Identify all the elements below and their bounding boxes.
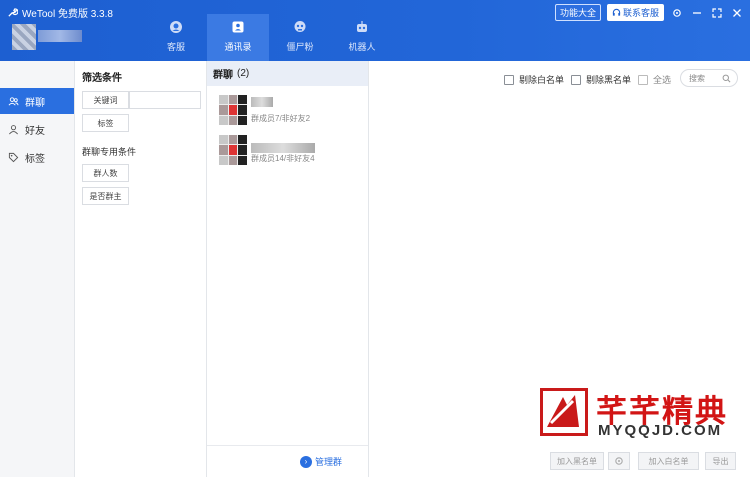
group-list: 群聊 (2) 群成员7/非好友2 群成员14/非好友4 › 管理群: [207, 61, 369, 477]
checkbox-label: 剔除白名单: [519, 75, 565, 85]
user-name-blurred: [38, 30, 82, 42]
close-icon: [733, 8, 741, 17]
filter-panel: 筛选条件 关键词 标签 群聊专用条件 群人数 是否群主: [75, 61, 207, 477]
maximize-button[interactable]: [710, 6, 724, 20]
group-conditions-title: 群聊专用条件: [82, 147, 137, 157]
sidebar-item-label: 群聊: [25, 97, 45, 109]
gear-icon: [673, 8, 681, 17]
headset-icon: [170, 21, 182, 33]
contact-support-label: 联系客服: [622, 8, 659, 18]
tab-robot[interactable]: 机器人: [331, 14, 393, 61]
blacklist-settings-button[interactable]: [608, 452, 630, 470]
member-count-button[interactable]: 群人数: [82, 164, 129, 182]
app-title: WeTool 免费版 3.3.8: [7, 5, 113, 20]
add-whitelist-button[interactable]: 加入白名单: [638, 452, 699, 470]
sidebar-item-tags[interactable]: 标签: [0, 144, 74, 170]
group-name-blurred: [251, 97, 273, 107]
chevron-right-icon: ›: [300, 455, 312, 468]
tab-customer-service[interactable]: 客服: [145, 14, 207, 61]
gear-icon: [615, 457, 623, 465]
contact-support-button[interactable]: 联系客服: [606, 4, 664, 21]
checkbox-label: 剔除黑名单: [586, 75, 632, 85]
select-all-checkbox[interactable]: 全选: [638, 73, 671, 86]
group-list-footer: › 管理群: [207, 445, 368, 477]
sidebar-item-label: 标签: [25, 153, 45, 165]
group-avatar: [219, 95, 247, 125]
close-button[interactable]: [730, 6, 744, 20]
list-item[interactable]: 群成员14/非好友4: [219, 135, 364, 167]
settings-button[interactable]: [670, 6, 684, 20]
filter-title: 筛选条件: [82, 73, 122, 84]
tab-zombie-fans[interactable]: 僵尸粉: [269, 14, 331, 61]
tag-filter-button[interactable]: 标签: [82, 114, 129, 132]
search-placeholder: 搜索: [689, 73, 705, 83]
group-avatar: [219, 135, 247, 165]
maximize-icon: [712, 7, 722, 18]
sidebar-item-label: 好友: [25, 125, 45, 137]
zombie-icon: [294, 21, 306, 32]
sidebar-item-friends[interactable]: 好友: [0, 116, 74, 142]
keyword-input[interactable]: [129, 91, 201, 109]
watermark-url: MYQQJD.COM: [598, 422, 723, 439]
group-icon: [8, 96, 19, 105]
watermark: 芊芊精典 MYQQJD.COM: [540, 386, 745, 439]
checkbox-box: [504, 74, 514, 85]
app-title-text: WeTool 免费版 3.3.8: [22, 9, 113, 20]
window-controls: 功能大全 联系客服: [554, 4, 750, 21]
robot-icon: [357, 21, 367, 32]
features-button[interactable]: 功能大全: [554, 4, 601, 21]
sidebar: 群聊 好友 标签: [0, 61, 75, 477]
main-nav: 客服 通讯录 僵尸粉 机器人: [145, 14, 393, 61]
tag-icon: [8, 152, 19, 162]
search-input[interactable]: 搜索: [680, 69, 738, 87]
support-icon: [612, 8, 621, 16]
watermark-logo-icon: [540, 388, 588, 436]
group-list-header: 群聊 (2): [207, 61, 368, 86]
group-meta: 群成员14/非好友4: [251, 154, 315, 163]
tab-label: 客服: [166, 42, 185, 52]
manage-groups-label: 管理群: [315, 457, 343, 467]
search-icon: [722, 74, 731, 83]
wrench-icon: [8, 8, 18, 17]
checkbox-box: [571, 74, 581, 85]
group-meta: 群成员7/非好友2: [251, 114, 311, 123]
user-avatar[interactable]: [12, 24, 36, 50]
minimize-icon: [693, 11, 701, 14]
title-bar: WeTool 免费版 3.3.8 客服 通讯录 僵尸粉 机器人 功能大全 联系客…: [0, 0, 750, 61]
tab-label: 僵尸粉: [286, 42, 314, 52]
add-blacklist-button[interactable]: 加入黑名单: [550, 452, 604, 470]
checkbox-label: 全选: [653, 75, 672, 85]
group-count: (2): [237, 68, 250, 79]
tab-label: 机器人: [348, 42, 376, 52]
remove-whitelist-checkbox[interactable]: 剔除白名单: [504, 73, 564, 86]
tab-contacts[interactable]: 通讯录: [207, 14, 269, 61]
list-item[interactable]: 群成员7/非好友2: [219, 95, 364, 127]
group-list-title: 群聊: [213, 70, 233, 81]
checkbox-box: [638, 74, 648, 85]
tab-label: 通讯录: [224, 42, 252, 52]
manage-groups-button[interactable]: › 管理群: [300, 455, 342, 468]
contacts-icon: [232, 21, 244, 33]
is-owner-button[interactable]: 是否群主: [82, 187, 129, 205]
remove-blacklist-checkbox[interactable]: 剔除黑名单: [571, 73, 631, 86]
group-name-blurred: [251, 143, 315, 153]
sidebar-item-groups[interactable]: 群聊: [0, 88, 74, 114]
export-button[interactable]: 导出: [705, 452, 736, 470]
minimize-button[interactable]: [690, 6, 704, 20]
keyword-button[interactable]: 关键词: [82, 91, 129, 109]
person-icon: [9, 124, 18, 134]
